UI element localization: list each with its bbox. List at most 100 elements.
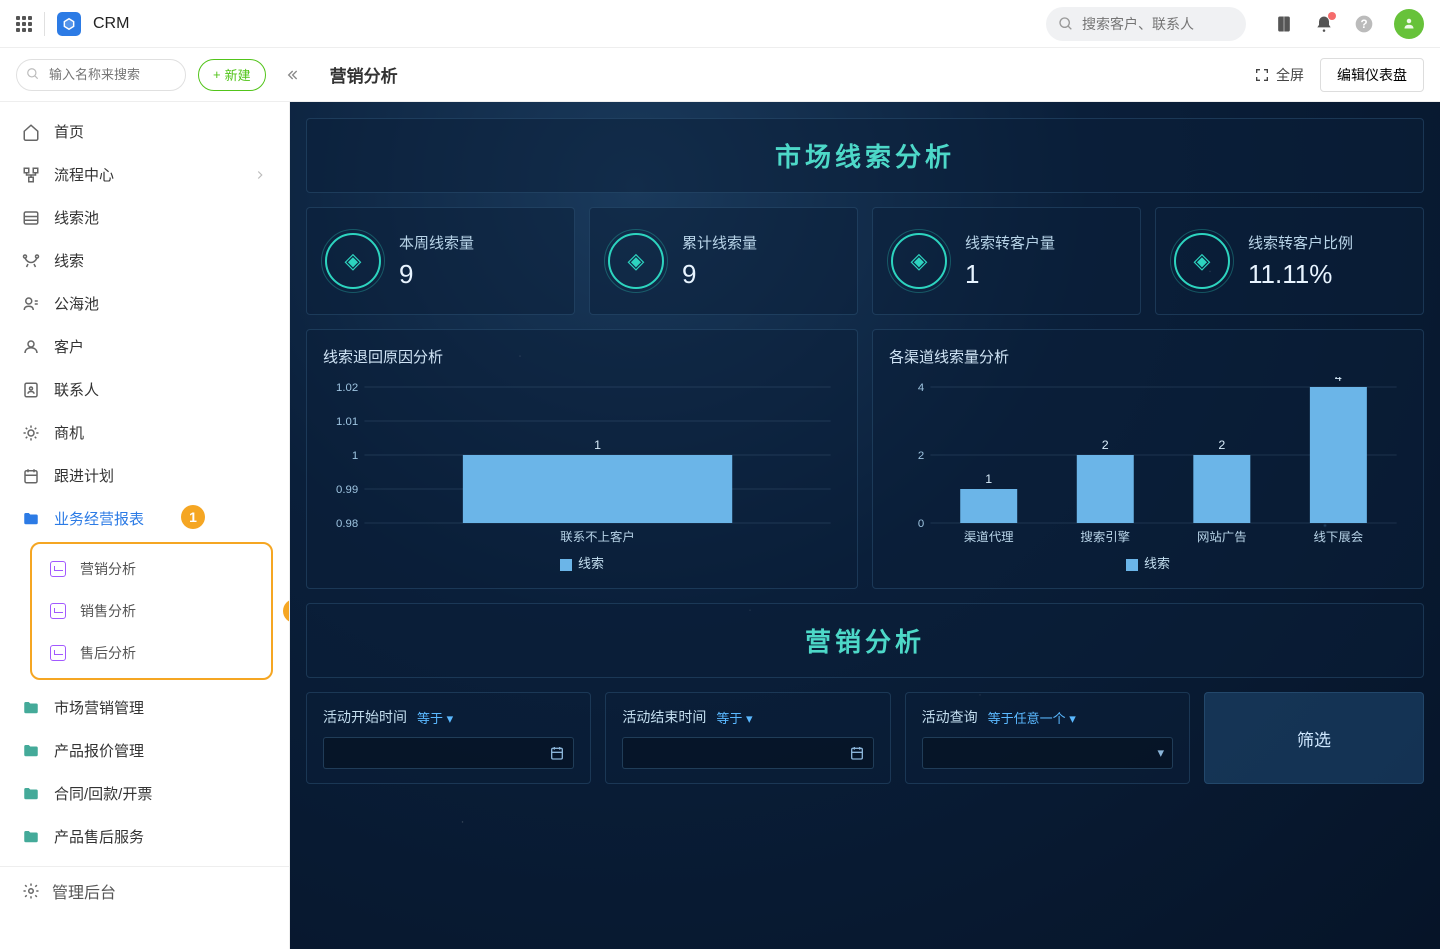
folder-icon xyxy=(22,828,40,846)
svg-text:网站广告: 网站广告 xyxy=(1197,530,1247,544)
dashboard: 市场线索分析 ◈ 本周线索量 9 ◈ 累计线索量 9 xyxy=(290,102,1440,949)
filter-label: 活动开始时间 xyxy=(323,707,407,727)
sidebar-sub-aftersales-analysis[interactable]: 售后分析 xyxy=(32,632,271,674)
filter-operator[interactable]: 等于 ▾ xyxy=(716,708,752,727)
apps-grid-icon[interactable] xyxy=(16,16,32,32)
chevron-right-icon xyxy=(253,168,267,182)
search-icon xyxy=(26,67,40,81)
sidebar-admin-label: 管理后台 xyxy=(52,879,116,903)
sidebar-item-leadpool[interactable]: 线索池 xyxy=(0,196,289,239)
filter-date-input[interactable] xyxy=(622,737,873,769)
sidebar-item-aftersales[interactable]: 产品售后服务 xyxy=(0,815,289,858)
book-icon[interactable] xyxy=(1274,14,1294,34)
notification-dot xyxy=(1328,12,1336,20)
svg-text:线下展会: 线下展会 xyxy=(1314,530,1364,544)
sidebar-sub-sales-analysis[interactable]: 销售分析 xyxy=(32,590,271,632)
fullscreen-button[interactable]: 全屏 xyxy=(1254,65,1304,85)
svg-text:2: 2 xyxy=(1218,438,1225,452)
kpi-label: 累计线索量 xyxy=(682,232,757,253)
filter-activity-query: 活动查询 等于任意一个 ▾ ▾ xyxy=(905,692,1190,784)
sidebar-item-contact[interactable]: 联系人 xyxy=(0,368,289,411)
bell-icon[interactable] xyxy=(1314,14,1334,34)
filter-start-date: 活动开始时间 等于 ▾ xyxy=(306,692,591,784)
chart-title: 各渠道线索量分析 xyxy=(889,346,1407,367)
sidebar-item-label: 产品报价管理 xyxy=(54,740,144,761)
user-avatar[interactable] xyxy=(1394,9,1424,39)
svg-text:?: ? xyxy=(1360,18,1367,31)
sidebar: 首页 流程中心 线索池 线索 公海池 客户 联系人 商机 xyxy=(0,102,290,949)
chart-channel: 各渠道线索量分析 0241渠道代理2搜索引擎2网站广告4线下展会 线索 xyxy=(872,329,1424,589)
section-title-card: 营销分析 xyxy=(306,603,1424,678)
collapse-sidebar-icon[interactable] xyxy=(284,67,300,83)
diamond-icon: ◈ xyxy=(325,233,381,289)
pool-icon xyxy=(22,209,40,227)
svg-text:2: 2 xyxy=(1102,438,1109,452)
svg-text:1.02: 1.02 xyxy=(336,382,358,394)
sidebar-item-reports[interactable]: 业务经营报表 1 xyxy=(0,497,289,540)
sidebar-item-label: 市场营销管理 xyxy=(54,697,144,718)
svg-text:渠道代理: 渠道代理 xyxy=(964,530,1014,544)
new-button-label: 新建 xyxy=(225,65,251,84)
filter-operator[interactable]: 等于 ▾ xyxy=(417,708,453,727)
opportunity-icon xyxy=(22,424,40,442)
kpi-value: 11.11% xyxy=(1248,259,1353,290)
sidebar-item-customer[interactable]: 客户 xyxy=(0,325,289,368)
sea-icon xyxy=(22,295,40,313)
sidebar-item-opportunity[interactable]: 商机 xyxy=(0,411,289,454)
chart-svg: 0241渠道代理2搜索引擎2网站广告4线下展会 xyxy=(889,377,1407,547)
section-title: 市场线索分析 xyxy=(325,137,1405,174)
filter-date-input[interactable] xyxy=(323,737,574,769)
filter-select-input[interactable]: ▾ xyxy=(922,737,1173,769)
expand-icon xyxy=(1254,67,1270,83)
sidebar-item-label: 业务经营报表 xyxy=(54,508,144,529)
sidebar-item-sea[interactable]: 公海池 xyxy=(0,282,289,325)
diamond-icon: ◈ xyxy=(1174,233,1230,289)
sidebar-item-flow[interactable]: 流程中心 xyxy=(0,153,289,196)
page-title: 营销分析 xyxy=(330,62,398,87)
customer-icon xyxy=(22,338,40,356)
section-title-card: 市场线索分析 xyxy=(306,118,1424,193)
sidebar-item-label: 产品售后服务 xyxy=(54,826,144,847)
sidebar-item-contract[interactable]: 合同/回款/开票 xyxy=(0,772,289,815)
sidebar-search[interactable] xyxy=(16,59,186,91)
charts-row: 线索退回原因分析 0.980.9911.011.021联系不上客户 线索 各渠道… xyxy=(306,329,1424,589)
sidebar-search-input[interactable] xyxy=(16,59,186,91)
sidebar-item-quote-mgmt[interactable]: 产品报价管理 xyxy=(0,729,289,772)
sidebar-item-label: 客户 xyxy=(54,336,84,357)
chart-legend: 线索 xyxy=(889,553,1407,572)
fullscreen-label: 全屏 xyxy=(1276,65,1304,85)
kpi-value: 1 xyxy=(965,259,1055,290)
diamond-icon: ◈ xyxy=(608,233,664,289)
sidebar-admin[interactable]: 管理后台 xyxy=(0,866,289,915)
sidebar-item-label: 合同/回款/开票 xyxy=(54,783,152,804)
sidebar-sub-marketing-analysis[interactable]: 营销分析 xyxy=(32,548,271,590)
folder-icon xyxy=(22,510,40,528)
new-button[interactable]: + 新建 xyxy=(198,59,266,91)
sidebar-item-label: 公海池 xyxy=(54,293,99,314)
sidebar-item-label: 联系人 xyxy=(54,379,99,400)
section-title: 营销分析 xyxy=(325,622,1405,659)
sidebar-item-label: 跟进计划 xyxy=(54,465,114,486)
global-search-input[interactable] xyxy=(1046,7,1246,41)
sidebar-item-home[interactable]: 首页 xyxy=(0,110,289,153)
kpi-row: ◈ 本周线索量 9 ◈ 累计线索量 9 ◈ 线索转客户量 xyxy=(306,207,1424,315)
flow-icon xyxy=(22,166,40,184)
kpi-label: 线索转客户量 xyxy=(965,232,1055,253)
filter-label: 活动查询 xyxy=(922,707,978,727)
global-search[interactable] xyxy=(1046,7,1246,41)
sidebar-item-marketing-mgmt[interactable]: 市场营销管理 xyxy=(0,686,289,729)
svg-text:0.99: 0.99 xyxy=(336,484,358,496)
sidebar-item-label: 流程中心 xyxy=(54,164,114,185)
chart-title: 线索退回原因分析 xyxy=(323,346,841,367)
edit-dashboard-button[interactable]: 编辑仪表盘 xyxy=(1320,58,1424,92)
annotation-badge-2: 2 xyxy=(283,599,290,623)
plus-icon: + xyxy=(213,67,221,82)
filter-operator[interactable]: 等于任意一个 ▾ xyxy=(988,708,1076,727)
sidebar-item-lead[interactable]: 线索 xyxy=(0,239,289,282)
kpi-card-weekly-leads: ◈ 本周线索量 9 xyxy=(306,207,575,315)
filter-apply-button[interactable]: 筛选 xyxy=(1257,706,1371,771)
sidebar-item-plan[interactable]: 跟进计划 xyxy=(0,454,289,497)
folder-icon xyxy=(22,742,40,760)
help-icon[interactable]: ? xyxy=(1354,14,1374,34)
sidebar-subgroup: 2 营销分析 销售分析 售后分析 xyxy=(30,542,273,680)
